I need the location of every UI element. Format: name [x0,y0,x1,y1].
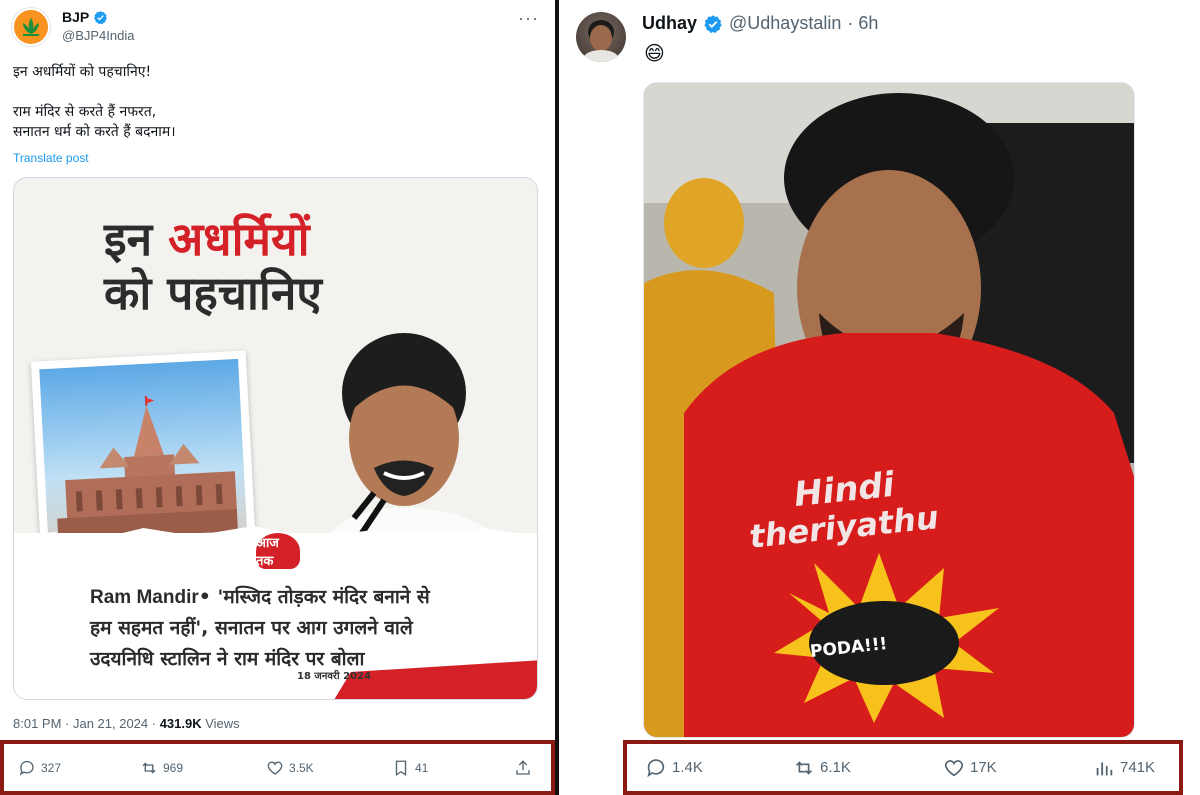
tweet-text: इन अधर्मियों को पहचानिए! राम मंदिर से कर… [13,62,176,142]
portrait-photo [644,83,1134,737]
author-name[interactable]: BJP [62,9,108,25]
reply-count: 327 [41,760,62,775]
verified-badge-icon [704,14,722,33]
share-icon [516,759,530,775]
reply-button[interactable]: 327 [18,759,61,777]
post-age[interactable]: · 6h [847,13,878,34]
repost-icon [796,760,812,775]
author-name[interactable]: Udhay [642,13,697,34]
repost-count: 6.1K [820,759,851,776]
repost-count: 969 [163,760,184,775]
bookmark-button[interactable]: 41 [392,759,428,777]
views-label: Views [201,716,240,731]
translate-post-link[interactable]: Translate post [13,151,89,165]
headline-tag: Ram Mandir [90,587,199,608]
headline-sep: • [198,586,218,608]
headline-line: हम सहमत नहीं', सनातन पर आग उगलने वाले [90,617,413,639]
reply-icon [647,758,665,777]
image-title-line2: को पहचानिए [104,266,322,320]
post-time[interactable]: 8:01 PM · Jan 21, 2024 · [13,716,160,731]
heart-icon [267,761,283,775]
repost-button[interactable]: 969 [140,759,183,777]
like-count: 17K [970,759,997,776]
avatar-portrait [581,20,621,62]
tweet-image[interactable]: इन अधर्मियों को पहचानिए आज तक Ram Mandir… [13,177,538,700]
aajtak-logo: आज तक [256,533,300,569]
author-name-text[interactable]: BJP [62,9,89,25]
author-header: Udhay @Udhaystalin · 6h [642,13,878,34]
image-title-line1: इन अधर्मियों [104,212,310,266]
right-tweet: Udhay @Udhaystalin · 6h 😄 Hindi theriyat… [559,0,1200,795]
reply-count: 1.4K [672,759,703,776]
like-count: 3.5K [289,760,314,775]
reply-button[interactable]: 1.4K [645,757,703,779]
left-tweet: BJP @BJP4India ··· इन अधर्मियों को पहचान… [0,0,555,795]
author-handle[interactable]: @BJP4India [62,28,134,43]
udhay-avatar[interactable] [576,12,626,62]
right-action-bar: 1.4K 6.1K 17K 741K [623,740,1183,795]
tweet-line [13,82,176,102]
image-date: 18 जनवरी 2024 [297,671,371,682]
image-headline: Ram Mandir• 'मस्जिद तोड़कर मंदिर बनाने स… [90,582,430,675]
tweet-line: राम मंदिर से करते हैं नफरत, [13,104,157,120]
share-button[interactable] [514,759,532,777]
views-count: 741K [1120,759,1156,776]
author-handle[interactable]: @Udhaystalin [729,13,841,34]
like-button[interactable]: 3.5K [266,759,314,777]
image-title-highlight: अधर्मियों [168,212,310,266]
tweet-text: 😄 [644,43,665,65]
bookmark-icon [395,760,407,776]
tweet-line: इन अधर्मियों को पहचानिए! [13,64,152,80]
repost-button[interactable]: 6.1K [793,757,851,779]
lotus-icon [23,18,39,36]
more-options-icon[interactable]: ··· [518,8,539,29]
analytics-icon [1096,762,1113,775]
tweet-image[interactable]: Hindi theriyathu PODA!!! [643,82,1135,738]
bjp-avatar[interactable] [12,8,50,46]
repost-icon [142,762,156,773]
post-meta: 8:01 PM · Jan 21, 2024 · 431.9K Views [13,716,240,731]
views-button[interactable]: 741K [1093,757,1155,779]
bookmark-count: 41 [415,760,429,775]
heart-icon [944,759,964,776]
left-action-bar: 327 969 3.5K 41 [0,740,555,795]
tweet-line: सनातन धर्म को करते हैं बदनाम। [13,124,176,140]
verified-badge-icon [94,10,108,24]
views-count: 431.9K [159,716,202,731]
headline-line: 'मस्जिद तोड़कर मंदिर बनाने से [217,586,430,608]
like-button[interactable]: 17K [943,757,997,779]
image-title-part: इन [104,212,169,266]
reply-icon [19,760,34,776]
